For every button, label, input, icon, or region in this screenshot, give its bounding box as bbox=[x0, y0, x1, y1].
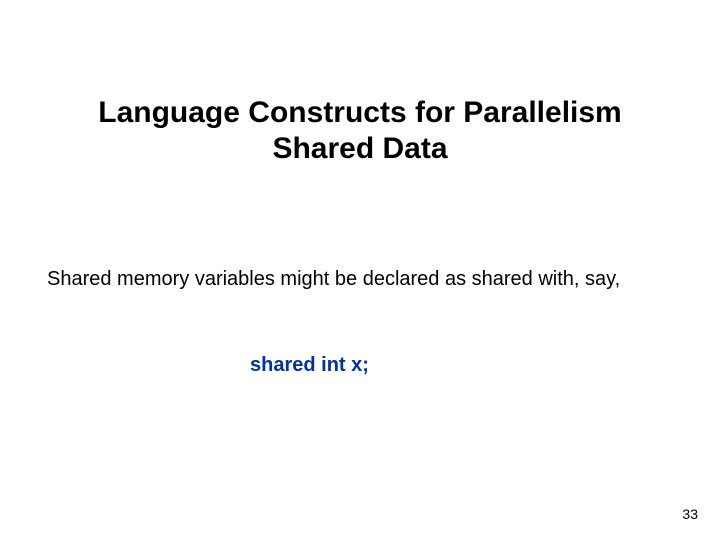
title-line-1: Language Constructs for Parallelism bbox=[0, 95, 720, 131]
slide: Language Constructs for Parallelism Shar… bbox=[0, 0, 720, 540]
body-paragraph: Shared memory variables might be declare… bbox=[47, 267, 667, 292]
code-example: shared int x; bbox=[250, 354, 369, 377]
page-number: 33 bbox=[682, 506, 698, 522]
slide-title: Language Constructs for Parallelism Shar… bbox=[0, 95, 720, 167]
title-line-2: Shared Data bbox=[0, 131, 720, 167]
